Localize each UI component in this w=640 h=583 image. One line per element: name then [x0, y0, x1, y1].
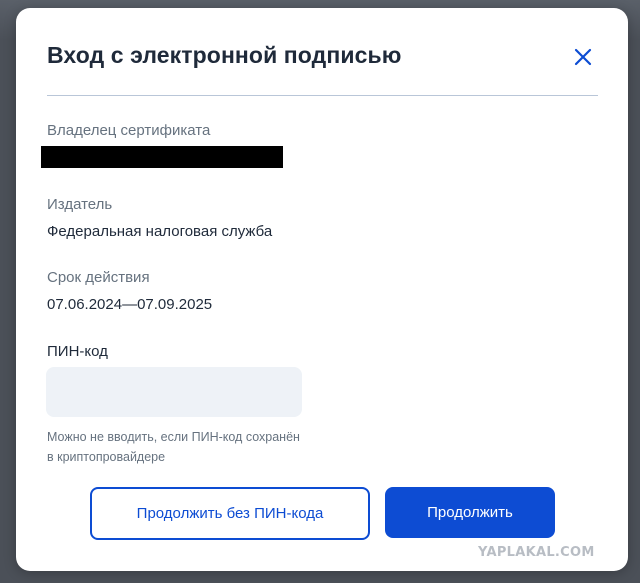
owner-label: Владелец сертификата — [47, 122, 211, 139]
signature-login-dialog: Вход с электронной подписью Владелец сер… — [16, 8, 628, 571]
continue-button[interactable]: Продолжить — [385, 487, 555, 538]
watermark: YAPLAKAL.COM — [478, 545, 595, 560]
close-button[interactable] — [570, 44, 596, 70]
issuer-value: Федеральная налоговая служба — [47, 223, 273, 240]
continue-without-pin-button[interactable]: Продолжить без ПИН-кода — [90, 487, 370, 540]
pin-label: ПИН-код — [47, 343, 108, 360]
owner-value-redacted — [41, 146, 283, 168]
validity-value: 07.06.2024—07.09.2025 — [47, 296, 213, 313]
dialog-title: Вход с электронной подписью — [47, 42, 402, 68]
close-icon — [574, 48, 592, 66]
validity-label: Срок действия — [47, 269, 150, 286]
header-divider — [47, 95, 598, 96]
issuer-label: Издатель — [47, 196, 113, 213]
pin-input[interactable] — [46, 367, 302, 417]
pin-hint: Можно не вводить, если ПИН-код сохранён … — [47, 430, 300, 464]
